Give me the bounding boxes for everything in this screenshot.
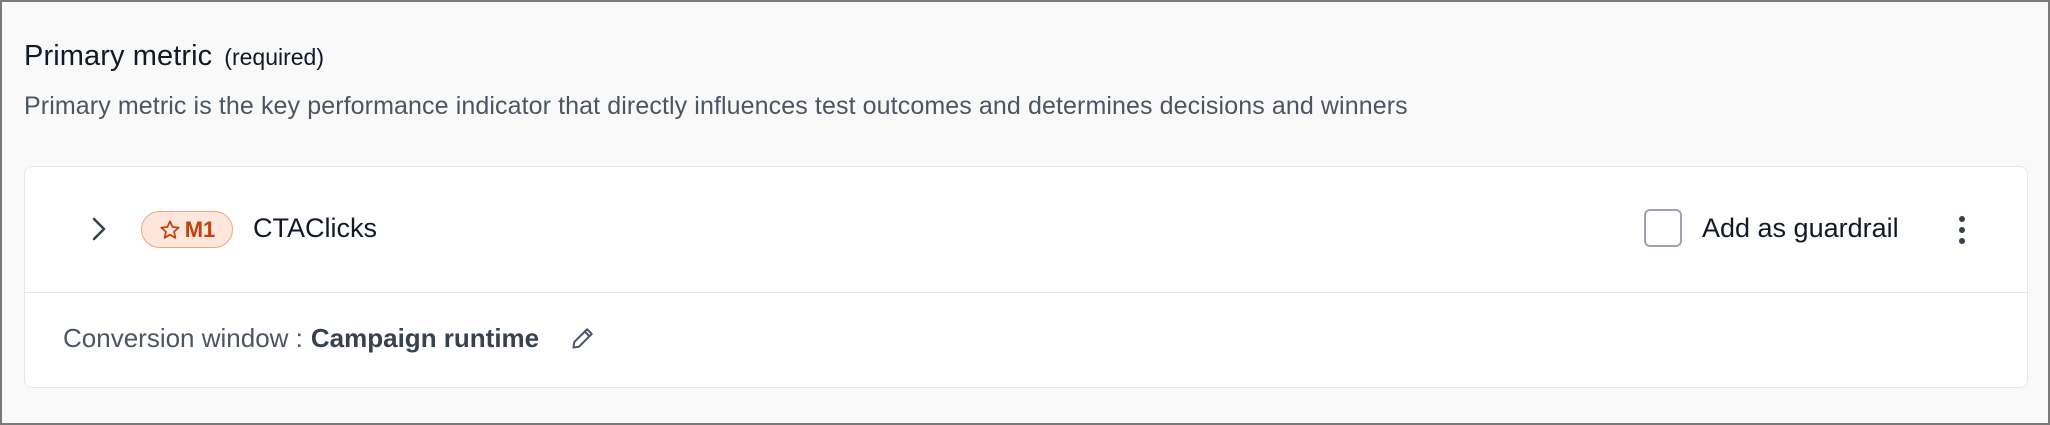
expand-chevron-icon[interactable]: [81, 211, 117, 247]
edit-pencil-icon[interactable]: [565, 320, 601, 356]
metric-card-header: M1 CTAClicks Add as guardrail: [25, 167, 2027, 293]
section-description: Primary metric is the key performance in…: [24, 92, 1408, 120]
section-heading: Primary metric (required): [24, 40, 324, 73]
metric-name: CTAClicks: [253, 213, 377, 243]
guardrail-label[interactable]: Add as guardrail: [1702, 213, 1899, 244]
conversion-window-value: Campaign runtime: [310, 322, 540, 353]
metric-badge: M1: [141, 211, 233, 248]
add-as-guardrail-control[interactable]: Add as guardrail: [1644, 209, 1899, 247]
section-title: Primary metric: [24, 40, 213, 72]
metric-badge-label: M1: [184, 216, 216, 242]
conversion-window-label: Conversion window :: [63, 322, 303, 353]
required-label: (required): [224, 44, 325, 70]
more-options-icon[interactable]: [1950, 211, 1974, 249]
metric-card: M1 CTAClicks Add as guardrail Conversion…: [24, 166, 2028, 388]
star-icon: [159, 219, 181, 241]
guardrail-checkbox[interactable]: [1644, 209, 1682, 247]
conversion-window-row: Conversion window : Campaign runtime: [63, 320, 601, 356]
